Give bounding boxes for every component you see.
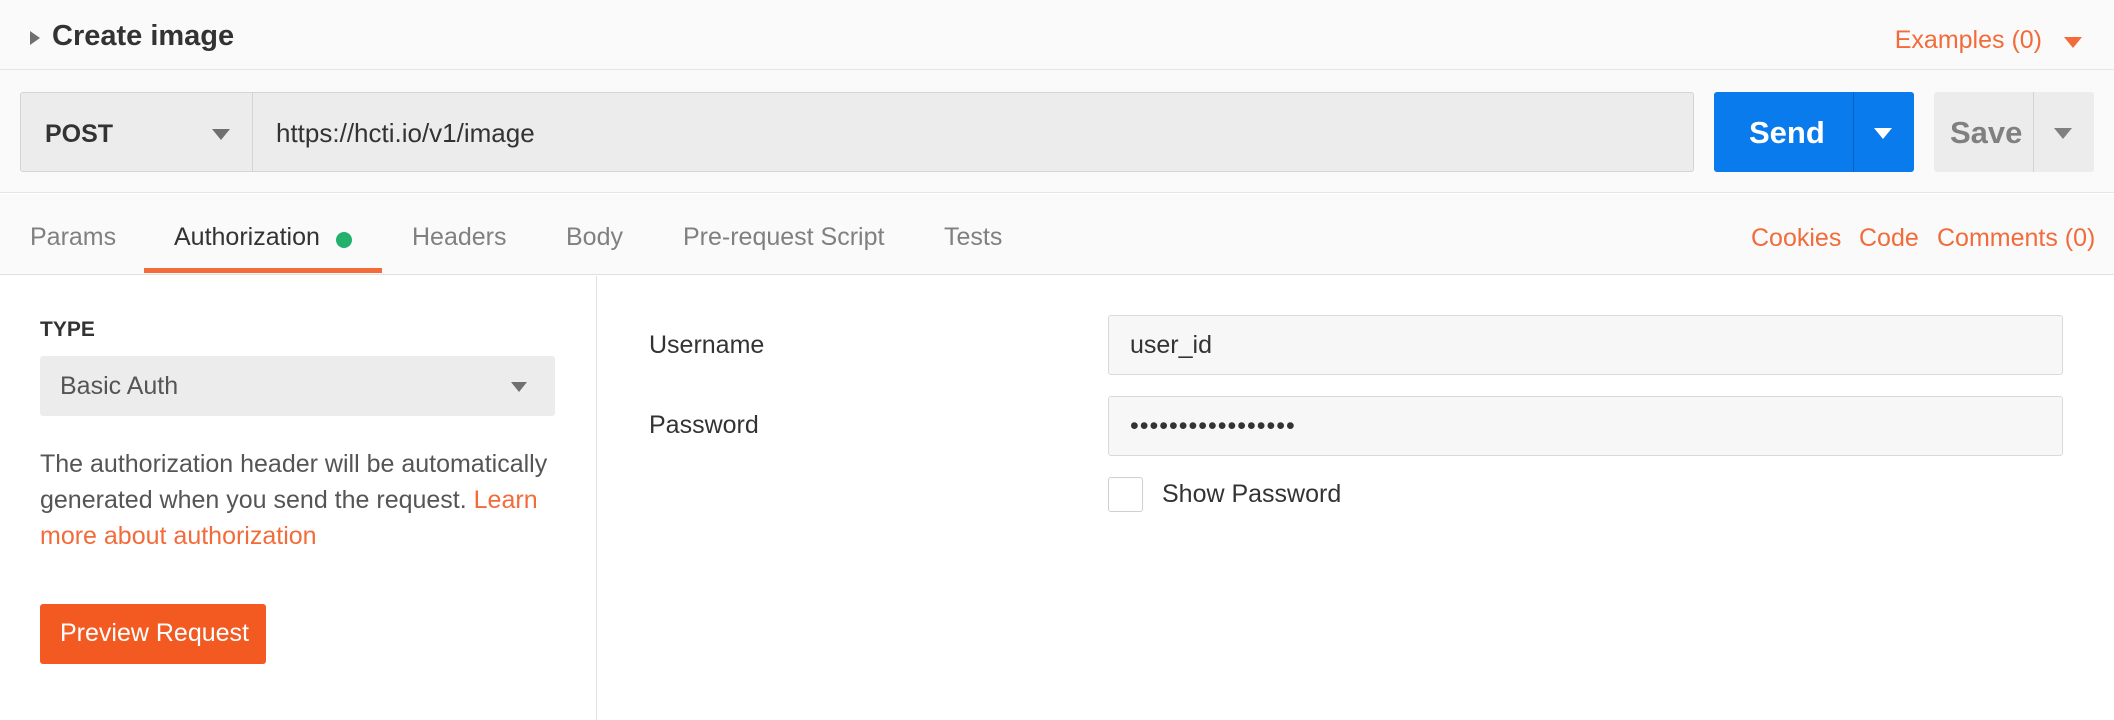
- show-password-label[interactable]: Show Password: [1162, 480, 1341, 509]
- send-button[interactable]: Send: [1714, 92, 1914, 172]
- save-label: Save: [1950, 115, 2023, 150]
- request-title-bar: Create image Examples (0): [0, 0, 2114, 70]
- request-name[interactable]: Create image: [52, 20, 234, 53]
- tab-tests[interactable]: Tests: [944, 223, 1002, 252]
- auth-type-select[interactable]: Basic Auth: [40, 356, 555, 416]
- comments-link[interactable]: Comments (0): [1937, 224, 2095, 253]
- password-field[interactable]: •••••••••••••••••: [1108, 396, 2063, 456]
- send-divider: [1853, 92, 1854, 172]
- tab-body[interactable]: Body: [566, 223, 623, 252]
- url-input[interactable]: https://hcti.io/v1/image: [252, 92, 1694, 172]
- username-value: user_id: [1130, 331, 1212, 359]
- password-value: •••••••••••••••••: [1130, 412, 1296, 440]
- type-heading: TYPE: [40, 318, 95, 341]
- username-field[interactable]: user_id: [1108, 315, 2063, 375]
- url-value: https://hcti.io/v1/image: [276, 118, 535, 148]
- password-label: Password: [649, 411, 759, 439]
- examples-link[interactable]: Examples (0): [1895, 26, 2042, 55]
- expand-caret-icon[interactable]: [30, 31, 40, 45]
- send-options-icon[interactable]: [1874, 128, 1892, 139]
- auth-description: The authorization header will be automat…: [40, 446, 560, 554]
- auth-description-text: The authorization header will be automat…: [40, 450, 548, 514]
- active-tab-indicator: [144, 268, 382, 273]
- request-url-bar: POST https://hcti.io/v1/image Send Save: [0, 70, 2114, 193]
- save-options-icon[interactable]: [2054, 128, 2072, 139]
- examples-caret-icon[interactable]: [2064, 37, 2082, 48]
- send-label: Send: [1749, 115, 1825, 150]
- request-tabs: Params Authorization Headers Body Pre-re…: [0, 194, 2114, 275]
- tab-params[interactable]: Params: [30, 223, 116, 252]
- tab-headers[interactable]: Headers: [412, 223, 507, 252]
- method-value: POST: [45, 120, 114, 148]
- username-label: Username: [649, 331, 765, 359]
- auth-type-panel: TYPE Basic Auth The authorization header…: [0, 276, 597, 720]
- cookies-link[interactable]: Cookies: [1751, 224, 1841, 253]
- preview-request-button[interactable]: Preview Request: [40, 604, 266, 664]
- chevron-down-icon: [511, 382, 527, 392]
- active-status-dot-icon: [336, 232, 352, 248]
- save-divider: [2033, 92, 2034, 172]
- chevron-down-icon: [212, 129, 230, 140]
- save-button[interactable]: Save: [1934, 92, 2094, 172]
- tab-pre-request-script[interactable]: Pre-request Script: [683, 223, 884, 252]
- tab-authorization[interactable]: Authorization: [174, 223, 320, 252]
- method-select[interactable]: POST: [20, 92, 253, 172]
- auth-type-value: Basic Auth: [60, 372, 179, 400]
- show-password-checkbox[interactable]: [1108, 477, 1143, 512]
- code-link[interactable]: Code: [1859, 224, 1919, 253]
- preview-request-label: Preview Request: [60, 619, 249, 647]
